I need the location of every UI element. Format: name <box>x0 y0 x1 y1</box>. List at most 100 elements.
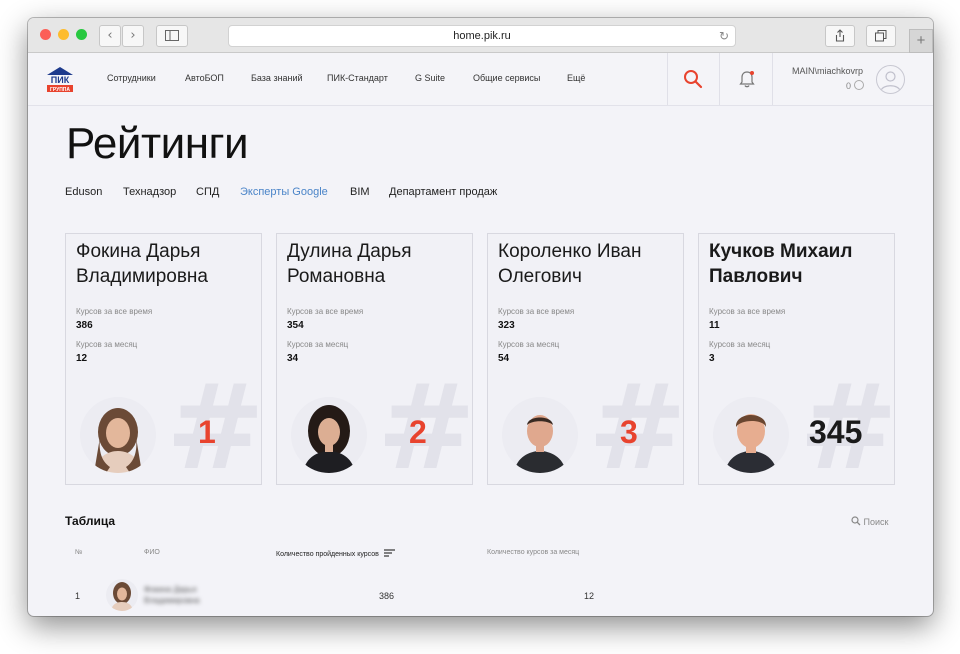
back-button[interactable]: ‹ <box>99 25 121 47</box>
site-header: ПИК ГРУППА Сотрудники АвтоБОП База знани… <box>28 53 933 106</box>
nav-knowledge-base[interactable]: База знаний <box>251 73 303 83</box>
header-divider <box>719 53 720 105</box>
card-person-name: Дулина Дарья Романовна <box>287 239 467 289</box>
user-name[interactable]: MAIN\miachkovrp <box>792 66 863 76</box>
share-button[interactable] <box>825 25 855 47</box>
tabs-overview-button[interactable] <box>866 25 896 47</box>
address-bar[interactable]: home.pik.ru ↻ <box>228 25 736 47</box>
stat-value-month: 54 <box>498 353 510 364</box>
stat-label-month: Курсов за месяц <box>709 340 771 349</box>
rank-number: 345 <box>809 414 863 450</box>
row-month-courses: 12 <box>584 591 595 601</box>
card-name-line2: Олегович <box>498 266 582 287</box>
card-name-line1: Короленко Иван <box>498 241 642 262</box>
stat-label-month: Курсов за месяц <box>287 340 349 349</box>
search-icon <box>851 516 861 526</box>
card-name-line1: Дулина Дарья <box>287 241 412 262</box>
minimize-window-button[interactable] <box>58 29 69 40</box>
share-icon <box>835 29 845 42</box>
plus-icon: + <box>916 32 926 49</box>
avatar <box>713 397 789 473</box>
new-tab-button[interactable]: + <box>909 29 933 53</box>
tab-google-experts[interactable]: Эксперты Google <box>240 186 328 198</box>
rank-number: 2 <box>409 414 427 450</box>
tabs-icon <box>875 30 887 42</box>
column-header-total-courses[interactable]: Количество пройденных курсов <box>276 549 395 558</box>
user-avatar[interactable] <box>876 65 905 94</box>
rating-card-current-user[interactable]: Кучков Михаил Павлович Курсов за все вре… <box>698 233 895 485</box>
stat-value-month: 12 <box>76 353 88 364</box>
sidebar-icon <box>165 30 179 41</box>
table-title: Таблица <box>65 514 116 528</box>
search-icon[interactable] <box>683 69 703 89</box>
avatar <box>291 397 367 473</box>
browser-window: ‹ › home.pik.ru ↻ + ПИК ГРУППА Сотрудник… <box>28 18 933 616</box>
coin-count: 0 <box>846 81 852 91</box>
forward-button[interactable]: › <box>122 25 144 47</box>
rank-number: 1 <box>198 414 216 450</box>
row-index: 1 <box>75 591 81 601</box>
stat-value-all-time: 11 <box>709 320 720 331</box>
search-label: Поиск <box>863 517 889 527</box>
table-search[interactable]: Поиск <box>851 516 888 527</box>
pik-logo[interactable]: ПИК ГРУППА <box>45 65 75 93</box>
column-header-number: № <box>75 549 83 556</box>
card-person-name: Фокина Дарья Владимировна <box>76 239 256 289</box>
stat-value-month: 3 <box>709 353 715 364</box>
rating-card[interactable]: Дулина Дарья Романовна Курсов за все вре… <box>276 233 473 485</box>
nav-g-suite[interactable]: G Suite <box>415 73 445 83</box>
row-avatar <box>106 579 138 611</box>
avatar <box>80 397 156 473</box>
stat-label-all-time: Курсов за все время <box>498 307 575 316</box>
sort-icon[interactable] <box>383 549 395 557</box>
nav-pik-standard[interactable]: ПИК-Стандарт <box>327 73 388 83</box>
row-total-courses: 386 <box>379 591 395 601</box>
card-person-name: Кучков Михаил Павлович <box>709 239 889 289</box>
chevron-right-icon: › <box>130 28 136 43</box>
stat-value-all-time: 323 <box>498 320 515 331</box>
url-text: home.pik.ru <box>453 30 511 42</box>
stat-value-month: 34 <box>287 353 299 364</box>
stat-value-all-time: 354 <box>287 320 304 331</box>
tab-eduson[interactable]: Eduson <box>65 186 102 198</box>
browser-toolbar: ‹ › home.pik.ru ↻ <box>28 18 933 53</box>
tab-tekhnadzor[interactable]: Технадзор <box>123 186 176 198</box>
svg-text:ГРУППА: ГРУППА <box>50 87 70 93</box>
card-name-line2: Павлович <box>709 266 803 287</box>
nav-more[interactable]: Ещё <box>567 73 585 83</box>
tab-sales-department[interactable]: Департамент продаж <box>389 186 497 198</box>
svg-text:ПИК: ПИК <box>51 75 70 85</box>
row-name: Фокина Дарья Владимировна <box>144 584 200 606</box>
header-divider <box>667 53 668 105</box>
rating-card[interactable]: Короленко Иван Олегович Курсов за все вр… <box>487 233 684 485</box>
tab-bim[interactable]: BIM <box>350 186 370 198</box>
sidebar-toggle-button[interactable] <box>156 25 188 47</box>
reload-icon[interactable]: ↻ <box>719 26 729 46</box>
tab-spd[interactable]: СПД <box>196 186 219 198</box>
chevron-left-icon: ‹ <box>107 28 113 43</box>
nav-common-services[interactable]: Общие сервисы <box>473 73 540 83</box>
page-title: Рейтинги <box>66 119 249 168</box>
coin-counter: 0 <box>846 80 864 91</box>
card-name-line2: Владимировна <box>76 266 208 287</box>
avatar <box>502 397 578 473</box>
stat-label-month: Курсов за месяц <box>76 340 138 349</box>
nav-avtobop[interactable]: АвтоБОП <box>185 73 224 83</box>
stat-value-all-time: 386 <box>76 320 93 331</box>
card-name-line2: Романовна <box>287 266 386 287</box>
stat-label-month: Курсов за месяц <box>498 340 560 349</box>
zoom-window-button[interactable] <box>76 29 87 40</box>
bell-icon[interactable] <box>739 70 755 88</box>
coin-icon <box>853 80 864 90</box>
column-header-total-label: Количество пройденных курсов <box>276 551 379 558</box>
close-window-button[interactable] <box>40 29 51 40</box>
column-header-name: ФИО <box>144 549 160 556</box>
rating-card[interactable]: Фокина Дарья Владимировна Курсов за все … <box>65 233 262 485</box>
card-name-line1: Кучков Михаил <box>709 241 853 262</box>
column-header-month-courses[interactable]: Количество курсов за месяц <box>487 549 579 556</box>
stat-label-all-time: Курсов за все время <box>709 307 786 316</box>
row-name-line1: Фокина Дарья <box>144 585 197 594</box>
nav-employees[interactable]: Сотрудники <box>107 73 156 83</box>
card-name-line1: Фокина Дарья <box>76 241 201 262</box>
card-person-name: Короленко Иван Олегович <box>498 239 678 289</box>
